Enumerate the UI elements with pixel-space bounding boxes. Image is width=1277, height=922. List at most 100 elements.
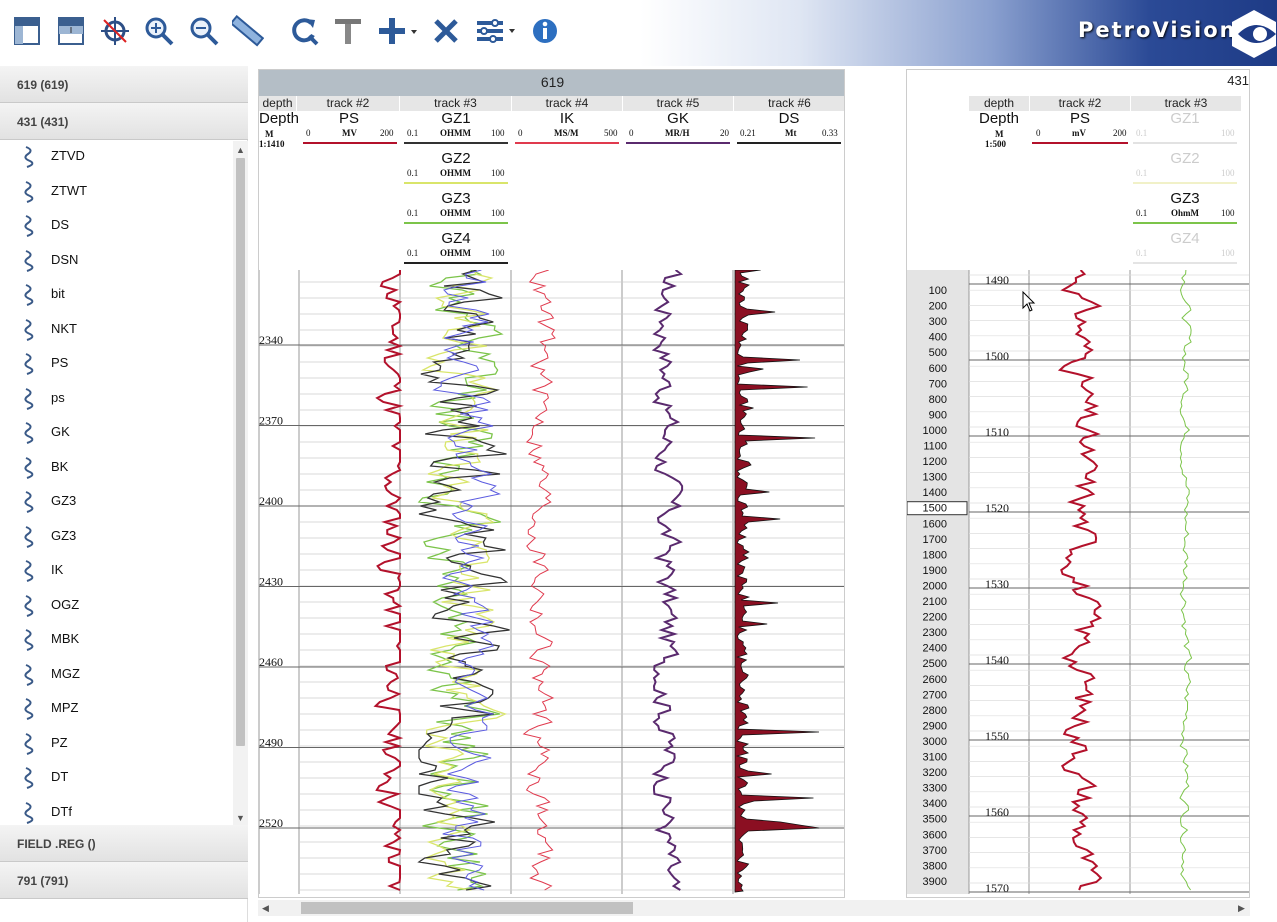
- panel-left-button[interactable]: [11, 14, 43, 48]
- curve-header-gz2[interactable]: GZ2: [1133, 150, 1237, 167]
- curve-header-ps[interactable]: PS: [303, 110, 395, 127]
- curve-item[interactable]: DSN: [0, 244, 232, 278]
- target-button[interactable]: [99, 14, 131, 48]
- overview-depth-label: 1500: [923, 503, 947, 515]
- curve-item-label: MBK: [51, 631, 80, 646]
- well-group-431[interactable]: 431 (431): [0, 103, 248, 140]
- curve-header-gz3[interactable]: GZ3: [1133, 190, 1237, 207]
- refresh-button[interactable]: [288, 14, 320, 48]
- curve-header-gk[interactable]: GK: [626, 110, 730, 127]
- horizontal-scroll-thumb[interactable]: [301, 902, 633, 914]
- curve-header-gz1[interactable]: GZ1: [404, 110, 508, 127]
- overview-depth-label: 3500: [923, 814, 947, 826]
- curve-header-gz3[interactable]: GZ3: [404, 190, 508, 207]
- align-top-button[interactable]: [332, 14, 364, 48]
- curve-header-gz1[interactable]: GZ1: [1133, 110, 1237, 127]
- gz1-min: 0.1: [1136, 128, 1148, 138]
- depth-label: 2340: [259, 333, 283, 347]
- curve-item-label: GK: [51, 424, 70, 439]
- close-button[interactable]: [430, 14, 462, 48]
- curve-icon: [24, 284, 34, 306]
- curve-item[interactable]: BK: [0, 451, 232, 485]
- curve-item[interactable]: GZ3: [0, 485, 232, 519]
- curve-item[interactable]: GZ3: [0, 520, 232, 554]
- gz3-color-line: [404, 222, 508, 224]
- ik-color-line: [515, 142, 619, 144]
- overview-depth-label: 700: [929, 378, 947, 390]
- track-header-4[interactable]: track #4: [512, 96, 622, 111]
- curve-item[interactable]: OGZ: [0, 589, 232, 623]
- overview-depth-label: 1200: [923, 456, 947, 468]
- log-plot-area-431[interactable]: 100 200 300 400 500 600 700 800 900 1000 1100 1200 1…: [907, 270, 1250, 894]
- overview-depth-label: 600: [929, 363, 947, 375]
- curve-header-ds[interactable]: DS: [737, 110, 841, 127]
- ruler-button[interactable]: [232, 14, 264, 48]
- curve-item[interactable]: IK: [0, 554, 232, 588]
- well-group-619[interactable]: 619 (619): [0, 66, 248, 103]
- sidebar-scroll-thumb[interactable]: [236, 158, 245, 746]
- curve-item[interactable]: MBK: [0, 623, 232, 657]
- ds-unit: Mt: [785, 128, 797, 138]
- settings-list-button[interactable]: [474, 14, 518, 48]
- zoom-out-button[interactable]: [188, 14, 220, 48]
- curve-item[interactable]: DS: [0, 209, 232, 243]
- curve-header-gz2[interactable]: GZ2: [404, 150, 508, 167]
- overview-depth-label: 900: [929, 409, 947, 421]
- gk-unit: MR/H: [665, 128, 690, 138]
- scroll-right-arrow[interactable]: ▶: [1238, 903, 1245, 914]
- curve-item[interactable]: ps: [0, 382, 232, 416]
- add-button[interactable]: [377, 14, 419, 48]
- track-header-depth[interactable]: depth: [259, 96, 296, 111]
- scroll-up-arrow[interactable]: ▲: [236, 145, 245, 155]
- scroll-left-arrow[interactable]: ◀: [262, 903, 269, 914]
- ps-min: 0: [306, 128, 311, 138]
- curve-header-ik[interactable]: IK: [515, 110, 619, 127]
- overview-depth-label: 2500: [923, 658, 947, 670]
- track-header-5[interactable]: track #5: [623, 96, 733, 111]
- curve-header-gz4[interactable]: GZ4: [1133, 230, 1237, 247]
- track-header-3[interactable]: track #3: [1131, 96, 1241, 111]
- curve-item[interactable]: PS: [0, 347, 232, 381]
- gk-color-line: [626, 142, 730, 144]
- depth-label: 1570: [985, 881, 1009, 894]
- track-header-2[interactable]: track #2: [297, 96, 399, 111]
- curve-item[interactable]: bit: [0, 278, 232, 312]
- gk-curve: [651, 270, 684, 891]
- info-button[interactable]: [529, 14, 561, 48]
- depth-label: 1550: [985, 729, 1009, 743]
- gz2-unit: OHMM: [440, 168, 471, 178]
- gz3-max: 100: [491, 208, 505, 218]
- track-header-depth[interactable]: depth: [969, 96, 1029, 111]
- track-header-2[interactable]: track #2: [1030, 96, 1130, 111]
- panel-top-button[interactable]: [55, 14, 87, 48]
- gz1-unit: OHMM: [440, 128, 471, 138]
- overview-depth-label: 3900: [923, 876, 947, 888]
- gz2-color-line: [404, 182, 508, 184]
- ik-unit: MS/M: [554, 128, 579, 138]
- curve-item[interactable]: MPZ: [0, 692, 232, 726]
- log-plot-area-619[interactable]: 2340 2370 2400 2430 2460 2490 2520: [259, 270, 845, 894]
- curve-item[interactable]: GK: [0, 416, 232, 450]
- curve-item[interactable]: PZ: [0, 727, 232, 761]
- curve-item[interactable]: MGZ: [0, 658, 232, 692]
- well-group-791[interactable]: 791 (791): [0, 862, 248, 899]
- curve-item[interactable]: ZTWT: [0, 175, 232, 209]
- depth-label: 1490: [985, 273, 1009, 287]
- curve-item-label: DT: [51, 769, 69, 784]
- overview-depth-label: 400: [929, 332, 947, 344]
- curve-header-gz4[interactable]: GZ4: [404, 230, 508, 247]
- track-header-6[interactable]: track #6: [734, 96, 844, 111]
- depth-label: 2370: [259, 414, 283, 428]
- curve-item[interactable]: NKT: [0, 313, 232, 347]
- overview-depth-label: 2400: [923, 643, 947, 655]
- well-group-field-reg[interactable]: FIELD .REG (): [0, 825, 248, 862]
- overview-depth-label: 200: [929, 301, 947, 313]
- scroll-down-arrow[interactable]: ▼: [236, 813, 245, 823]
- curve-icon: [24, 146, 34, 168]
- zoom-in-button[interactable]: [143, 14, 175, 48]
- track-header-3[interactable]: track #3: [400, 96, 511, 111]
- curve-item[interactable]: DT: [0, 761, 232, 795]
- curve-header-ps[interactable]: PS: [1032, 110, 1128, 127]
- zoom-out-icon: [190, 17, 219, 46]
- curve-item[interactable]: ZTVD: [0, 140, 232, 174]
